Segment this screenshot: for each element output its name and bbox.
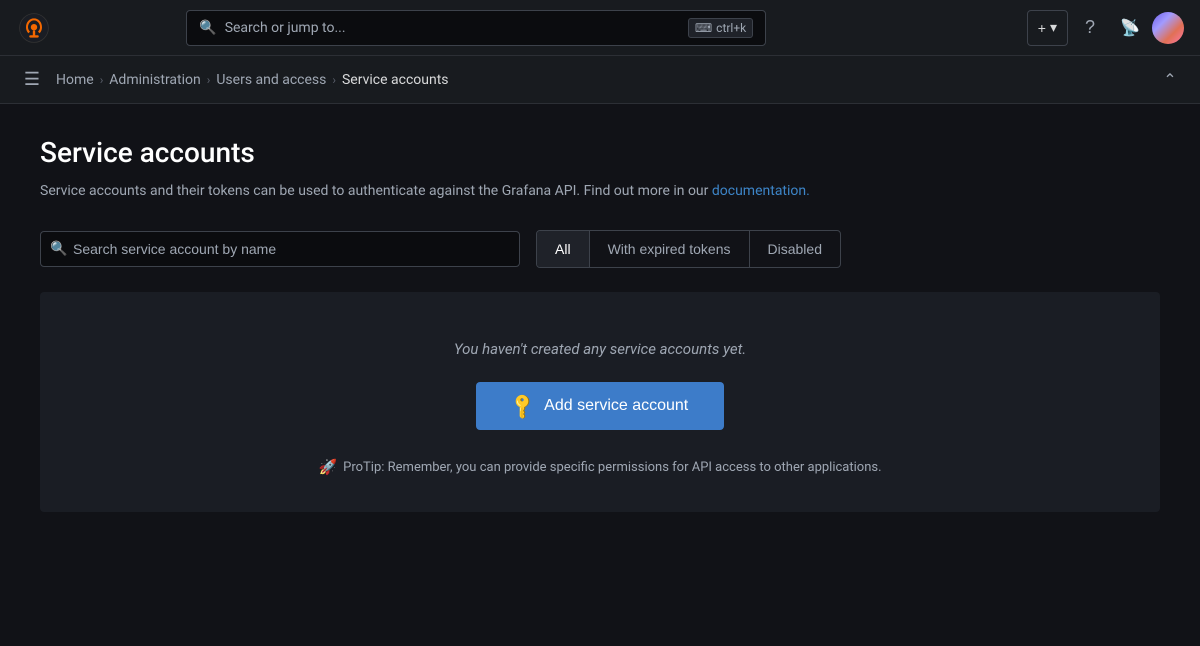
breadcrumb-bar: ☰ Home › Administration › Users and acce…: [0, 56, 1200, 104]
chevron-up-icon: ⌃: [1163, 70, 1176, 90]
keyboard-icon: ⌨: [695, 21, 712, 35]
filter-row: 🔍 All With expired tokens Disabled: [40, 230, 1160, 268]
help-button[interactable]: ?: [1072, 10, 1108, 46]
key-icon: 🔑: [508, 391, 539, 422]
filter-tab-disabled[interactable]: Disabled: [750, 231, 840, 267]
search-shortcut: ⌨ ctrl+k: [688, 18, 753, 38]
search-input-icon: 🔍: [50, 241, 67, 257]
global-search[interactable]: 🔍 Search or jump to... ⌨ ctrl+k: [186, 10, 766, 46]
filter-tabs: All With expired tokens Disabled: [536, 230, 841, 268]
documentation-link[interactable]: documentation.: [712, 183, 810, 199]
empty-state-card: You haven't created any service accounts…: [40, 292, 1160, 512]
topnav-actions: + ▾ ? 📡: [1027, 10, 1184, 46]
news-button[interactable]: 📡: [1112, 10, 1148, 46]
hamburger-icon: ☰: [24, 69, 40, 90]
breadcrumb-sep-2: ›: [207, 73, 211, 87]
main-content: Service accounts Service accounts and th…: [0, 104, 1200, 544]
breadcrumb-home[interactable]: Home: [56, 72, 94, 88]
search-input[interactable]: [40, 231, 520, 267]
filter-tab-all[interactable]: All: [537, 231, 590, 267]
breadcrumb: Home › Administration › Users and access…: [56, 72, 449, 88]
new-button[interactable]: + ▾: [1027, 10, 1068, 46]
top-navigation: 🔍 Search or jump to... ⌨ ctrl+k + ▾ ? 📡: [0, 0, 1200, 56]
question-icon: ?: [1085, 17, 1095, 38]
page-desc-text: Service accounts and their tokens can be…: [40, 183, 708, 199]
add-service-account-button[interactable]: 🔑 Add service account: [476, 382, 725, 430]
plus-icon: +: [1038, 20, 1046, 36]
breadcrumb-sep-3: ›: [332, 73, 336, 87]
protip-text: ProTip: Remember, you can provide specif…: [343, 460, 881, 475]
chevron-down-icon: ▾: [1050, 19, 1057, 36]
breadcrumb-collapse-button[interactable]: ⌃: [1156, 66, 1184, 94]
filter-tab-expired[interactable]: With expired tokens: [590, 231, 750, 267]
empty-state-message: You haven't created any service accounts…: [454, 340, 746, 358]
breadcrumb-sep-1: ›: [100, 73, 104, 87]
page-title: Service accounts: [40, 136, 1160, 169]
add-service-account-label: Add service account: [544, 397, 688, 415]
grafana-logo[interactable]: [16, 10, 52, 46]
avatar[interactable]: [1152, 12, 1184, 44]
menu-toggle-button[interactable]: ☰: [16, 64, 48, 96]
page-description: Service accounts and their tokens can be…: [40, 181, 1160, 202]
breadcrumb-users-access[interactable]: Users and access: [216, 72, 326, 88]
search-icon: 🔍: [199, 20, 216, 36]
protip: 🚀 ProTip: Remember, you can provide spec…: [318, 458, 881, 476]
rss-icon: 📡: [1120, 18, 1140, 38]
search-wrap: 🔍: [40, 231, 520, 267]
breadcrumb-admin[interactable]: Administration: [109, 72, 200, 88]
search-placeholder-text: Search or jump to...: [225, 20, 680, 36]
breadcrumb-current: Service accounts: [342, 72, 449, 88]
rocket-icon: 🚀: [318, 458, 337, 476]
